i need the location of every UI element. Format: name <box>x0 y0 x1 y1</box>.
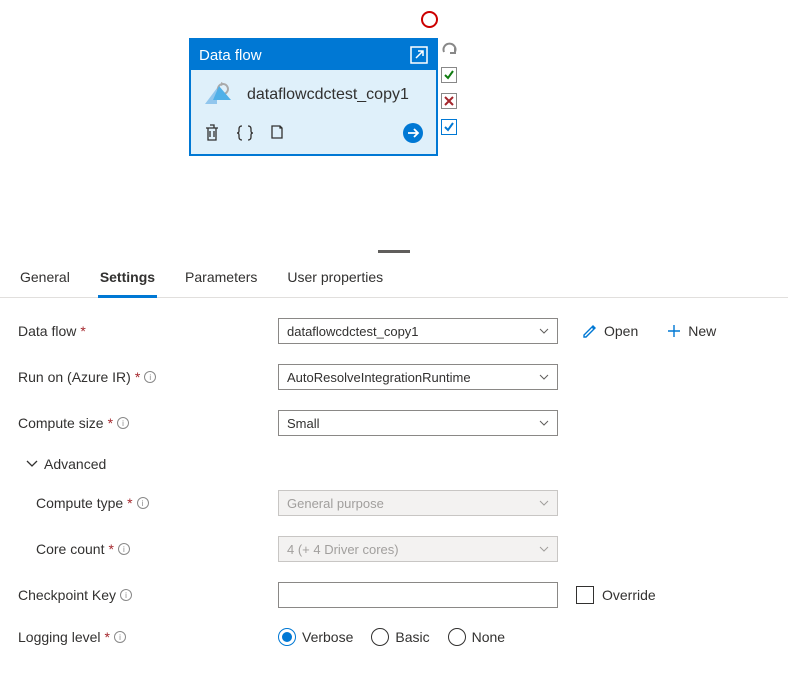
info-check-icon[interactable] <box>441 119 457 135</box>
radio-none[interactable]: None <box>448 628 505 646</box>
computesize-select-value: Small <box>287 416 320 431</box>
success-check-icon[interactable] <box>441 67 457 83</box>
checkpointkey-label: Checkpoint Key <box>18 587 116 603</box>
delete-icon[interactable] <box>203 123 221 143</box>
dataflow-select[interactable]: dataflowcdctest_copy1 <box>278 318 558 344</box>
chevron-down-icon <box>539 546 549 552</box>
chevron-down-icon <box>539 420 549 426</box>
chevron-down-icon <box>539 374 549 380</box>
dataflow-icon <box>203 80 237 110</box>
logginglevel-label: Logging level <box>18 629 101 645</box>
chevron-down-icon <box>539 328 549 334</box>
radio-basic[interactable]: Basic <box>371 628 429 646</box>
info-icon[interactable]: i <box>137 497 149 509</box>
card-body: dataflowcdctest_copy1 <box>191 70 436 116</box>
computesize-select[interactable]: Small <box>278 410 558 436</box>
radio-verbose-label: Verbose <box>302 629 353 645</box>
card-header: Data flow <box>191 40 436 70</box>
corecount-select: 4 (+ 4 Driver cores) <box>278 536 558 562</box>
computetype-label: Compute type <box>36 495 123 511</box>
panel-drag-handle[interactable] <box>378 250 410 253</box>
runon-label: Run on (Azure IR) <box>18 369 131 385</box>
highlight-circle-icon <box>421 11 438 28</box>
advanced-label: Advanced <box>44 456 106 472</box>
info-icon[interactable]: i <box>114 631 126 643</box>
dataflow-select-value: dataflowcdctest_copy1 <box>287 324 419 339</box>
required-marker: * <box>127 495 132 511</box>
tab-parameters[interactable]: Parameters <box>183 259 259 297</box>
info-icon[interactable]: i <box>118 543 130 555</box>
tab-general[interactable]: General <box>18 259 72 297</box>
chevron-down-icon <box>539 500 549 506</box>
chevron-down-icon <box>26 460 38 468</box>
card-title: Data flow <box>199 47 262 64</box>
corecount-select-value: 4 (+ 4 Driver cores) <box>287 542 399 557</box>
required-marker: * <box>80 323 85 339</box>
computetype-select-value: General purpose <box>287 496 384 511</box>
info-icon[interactable]: i <box>144 371 156 383</box>
info-icon[interactable]: i <box>117 417 129 429</box>
braces-icon[interactable] <box>235 123 255 143</box>
run-arrow-icon[interactable] <box>402 122 424 144</box>
runon-select[interactable]: AutoResolveIntegrationRuntime <box>278 364 558 390</box>
plus-icon <box>666 323 682 339</box>
pencil-icon <box>582 323 598 339</box>
dataflow-label: Data flow <box>18 323 76 339</box>
radio-verbose[interactable]: Verbose <box>278 628 353 646</box>
logginglevel-radio-group: Verbose Basic None <box>278 628 505 646</box>
required-marker: * <box>135 369 140 385</box>
tab-user-properties[interactable]: User properties <box>285 259 385 297</box>
new-button[interactable]: New <box>666 323 716 339</box>
card-activity-name: dataflowcdctest_copy1 <box>247 86 409 104</box>
radio-basic-label: Basic <box>395 629 429 645</box>
canvas-area: Data flow dataflowcdctest_copy1 <box>0 0 788 250</box>
required-marker: * <box>108 415 113 431</box>
info-icon[interactable]: i <box>120 589 132 601</box>
side-status-icons <box>441 41 459 135</box>
required-marker: * <box>108 541 113 557</box>
override-label: Override <box>602 587 656 603</box>
computetype-select: General purpose <box>278 490 558 516</box>
corecount-label: Core count <box>36 541 104 557</box>
settings-form: Data flow * dataflowcdctest_copy1 Open N… <box>0 298 788 686</box>
tab-settings[interactable]: Settings <box>98 259 157 298</box>
checkpointkey-input[interactable] <box>278 582 558 608</box>
open-label: Open <box>604 323 638 339</box>
open-button[interactable]: Open <box>582 323 638 339</box>
required-marker: * <box>105 629 110 645</box>
copy-icon[interactable] <box>269 123 287 143</box>
dataflow-activity-card[interactable]: Data flow dataflowcdctest_copy1 <box>189 38 438 156</box>
advanced-toggle[interactable]: Advanced <box>26 456 770 472</box>
tabs-bar: General Settings Parameters User propert… <box>0 259 788 298</box>
card-actions <box>191 116 436 154</box>
computesize-label: Compute size <box>18 415 104 431</box>
radio-none-label: None <box>472 629 505 645</box>
error-x-icon[interactable] <box>441 93 457 109</box>
redo-icon[interactable] <box>441 41 459 57</box>
open-external-icon[interactable] <box>410 46 428 64</box>
runon-select-value: AutoResolveIntegrationRuntime <box>287 370 471 385</box>
new-label: New <box>688 323 716 339</box>
override-checkbox[interactable] <box>576 586 594 604</box>
